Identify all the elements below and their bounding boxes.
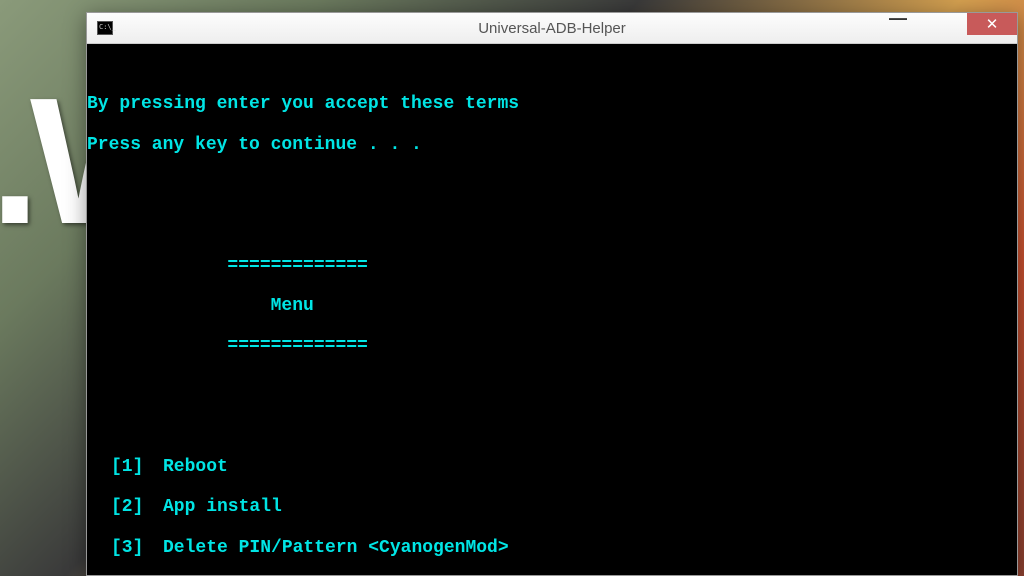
- menu-item-1: [1]Reboot: [87, 457, 1017, 477]
- cmd-icon: [97, 21, 113, 35]
- window-controls: — ✕: [875, 13, 1017, 37]
- blank-line: [87, 175, 1017, 195]
- console-output[interactable]: By pressing enter you accept these terms…: [87, 44, 1017, 575]
- close-button[interactable]: ✕: [967, 13, 1017, 35]
- blank-line: [87, 377, 1017, 397]
- titlebar[interactable]: Universal-ADB-Helper — ✕: [87, 13, 1017, 44]
- blank-line: [87, 215, 1017, 235]
- maximize-button[interactable]: [921, 13, 967, 35]
- window-title: Universal-ADB-Helper: [478, 20, 626, 37]
- minimize-button[interactable]: —: [875, 13, 921, 35]
- intro-line-1: By pressing enter you accept these terms: [87, 94, 1017, 114]
- menu-title: Menu: [87, 296, 1017, 316]
- menu-item-2: [2]App install: [87, 497, 1017, 517]
- menu-separator-top: =============: [87, 256, 1017, 276]
- menu-item-3: [3]Delete PIN/Pattern <CyanogenMod>: [87, 538, 1017, 558]
- intro-line-2: Press any key to continue . . .: [87, 135, 1017, 155]
- menu-separator-bottom: =============: [87, 336, 1017, 356]
- console-window: Universal-ADB-Helper — ✕ By pressing ent…: [86, 12, 1018, 576]
- blank-line: [87, 417, 1017, 437]
